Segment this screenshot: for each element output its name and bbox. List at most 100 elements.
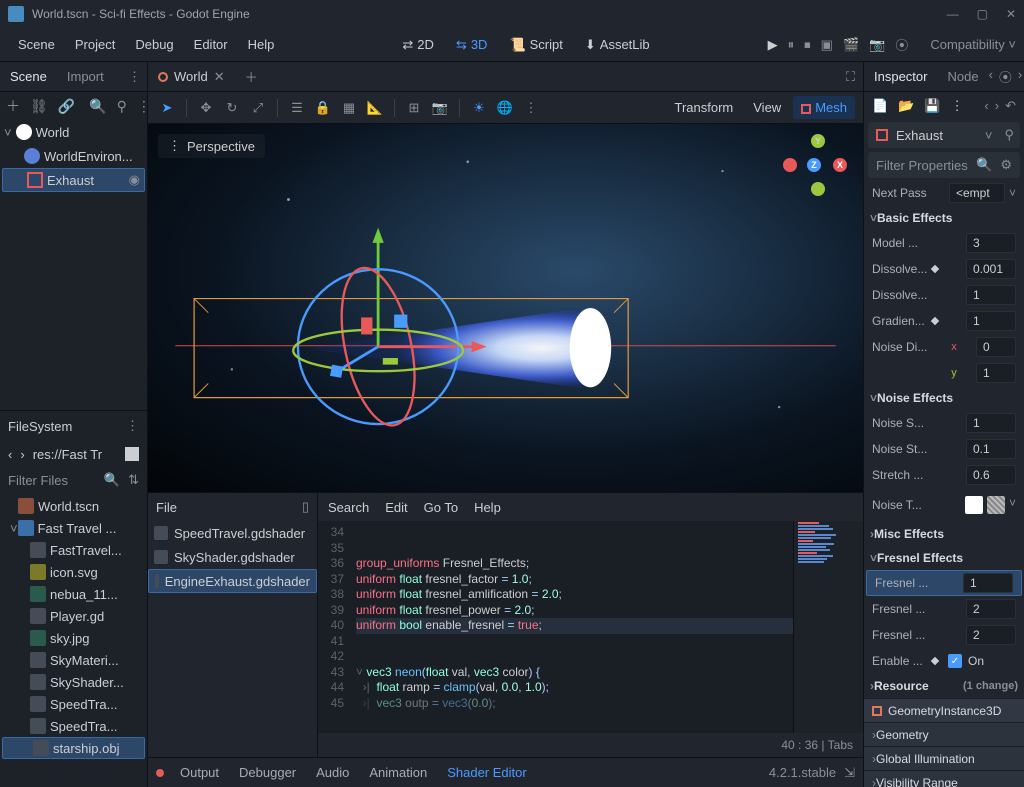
fs-item[interactable]: SpeedTra... [0, 715, 147, 737]
menu-project[interactable]: Project [65, 33, 125, 56]
filter-icon[interactable]: ⚲ [117, 98, 127, 115]
search-icon[interactable]: 🔍 [976, 157, 992, 173]
visibility-icon[interactable]: ◉ [129, 172, 140, 188]
sort-icon[interactable]: ⇅ [128, 472, 139, 488]
edit-menu[interactable]: Edit [385, 500, 407, 515]
file-menu[interactable]: File [156, 500, 177, 515]
prop-stretch[interactable]: 0.6 [966, 465, 1016, 485]
prop-dissolve-b[interactable]: 1 [966, 285, 1016, 305]
close-tab-icon[interactable]: ✕ [214, 69, 225, 85]
prop-noise-strength[interactable]: 0.1 [966, 439, 1016, 459]
load-resource-icon[interactable]: 📂 [898, 98, 914, 114]
pause-icon[interactable]: ⏸ [788, 37, 795, 53]
add-scene-tab[interactable]: ＋ [235, 62, 268, 92]
scale-tool-icon[interactable]: ⤢ [247, 100, 269, 116]
add-node-icon[interactable]: ＋ [6, 96, 20, 116]
tab-scene[interactable]: Scene [0, 63, 57, 90]
tab-node[interactable]: Node [937, 63, 988, 90]
remote-icon[interactable]: ▣ [821, 37, 833, 53]
prop-noise-scale[interactable]: 1 [966, 413, 1016, 433]
code-editor[interactable]: 343536373839404142434445 group_uniforms … [318, 521, 863, 733]
fs-folder[interactable]: ˅ Fast Travel ... [0, 517, 147, 539]
search-icon[interactable]: 🔍 [89, 98, 106, 115]
new-resource-icon[interactable]: 📄 [872, 98, 888, 114]
group-noise-effects[interactable]: ˅ Noise Effects [864, 386, 1024, 410]
menu-debug[interactable]: Debug [125, 33, 183, 56]
nav-fwd-icon[interactable]: › [20, 447, 24, 462]
tab-shader-editor[interactable]: Shader Editor [439, 761, 535, 784]
fs-item[interactable]: Player.gd [0, 605, 147, 627]
group-resource[interactable]: › Resource(1 change) [864, 674, 1024, 698]
fs-item[interactable]: World.tscn [0, 495, 147, 517]
history-back-icon[interactable]: ‹ [984, 98, 988, 114]
undo-icon[interactable]: ↶ [1005, 98, 1016, 114]
group-fresnel-effects[interactable]: ˅ Fresnel Effects [864, 546, 1024, 570]
path-field[interactable]: res://Fast Tr [33, 447, 102, 462]
noise-tex-b-icon[interactable] [987, 496, 1005, 514]
tab-audio[interactable]: Audio [308, 761, 357, 784]
tree-world-env[interactable]: WorldEnviron... [0, 144, 147, 168]
env-icon[interactable]: 🌐 [494, 100, 516, 116]
search-icon[interactable]: 🔍 [104, 472, 120, 488]
path-mode-icon[interactable] [125, 447, 139, 461]
minimize-icon[interactable]: — [947, 7, 959, 21]
more-icon[interactable]: ⋮ [951, 98, 964, 114]
cat-visibility-range[interactable]: › Visibility Range [864, 770, 1024, 787]
camera-override-icon[interactable]: 📷 [429, 100, 451, 116]
history-fwd-icon[interactable]: › [995, 98, 999, 114]
viewport-3d[interactable]: ⋮Perspective Y Z X [148, 124, 863, 492]
close-icon[interactable]: ✕ [1006, 7, 1016, 21]
movie-icon[interactable]: 🎬 [843, 37, 859, 53]
workspace-3d[interactable]: ⇆ 3D [448, 33, 496, 57]
tab-debugger[interactable]: Debugger [231, 761, 304, 784]
menu-scene[interactable]: Scene [8, 33, 65, 56]
menu-editor[interactable]: Editor [184, 33, 238, 56]
group-basic-effects[interactable]: ˅ Basic Effects [864, 206, 1024, 230]
transform-menu[interactable]: Transform [667, 96, 742, 119]
instance-icon[interactable]: ⛓ [30, 98, 48, 115]
nav-fwd-icon[interactable]: › [1018, 67, 1022, 86]
menu-help[interactable]: Help [238, 33, 285, 56]
dock-menu-icon[interactable]: ⋮ [126, 418, 139, 434]
shader-file-item[interactable]: EngineExhaust.gdshader [148, 569, 317, 593]
sun-icon[interactable]: ☀ [468, 100, 490, 116]
distraction-free-icon[interactable]: ⛶ [846, 69, 863, 85]
attach-icon[interactable]: 🔗 [58, 98, 75, 115]
noise-tex-a-icon[interactable] [965, 496, 983, 514]
prop-fresnel-b[interactable]: 2 [966, 599, 1016, 619]
tab-import[interactable]: Import [57, 63, 114, 90]
nav-next-icon[interactable]: ⦿ [999, 67, 1012, 86]
ruler-tool-icon[interactable]: 📐 [364, 100, 386, 116]
lock-tool-icon[interactable]: 🔒 [312, 100, 334, 116]
snap-icon[interactable]: ⊞ [403, 100, 425, 116]
prop-next-pass[interactable]: Next Pass<empt˅ [864, 180, 1024, 206]
workspace-assetlib[interactable]: ⬇ AssetLib [577, 33, 658, 57]
checkbox-icon[interactable]: ✓ [948, 654, 962, 668]
group-tool-icon[interactable]: ▦ [338, 100, 360, 116]
prop-noise-dir-y[interactable]: 1 [976, 363, 1016, 383]
file-menu-icon[interactable]: ▯ [302, 499, 309, 515]
workspace-script[interactable]: 📜 Script [501, 33, 570, 57]
prop-gradient[interactable]: 1 [966, 311, 1016, 331]
fs-item[interactable]: icon.svg [0, 561, 147, 583]
tab-inspector[interactable]: Inspector [864, 63, 937, 90]
revert-icon[interactable] [931, 657, 939, 665]
select-tool-icon[interactable]: ➤ [156, 100, 178, 116]
nav-back-icon[interactable]: ‹ [8, 447, 12, 462]
camera-icon[interactable]: 📷 [869, 37, 885, 53]
fs-item[interactable]: nebua_11... [0, 583, 147, 605]
tab-animation[interactable]: Animation [361, 761, 435, 784]
fs-item[interactable]: SkyMateri... [0, 649, 147, 671]
revert-icon[interactable] [931, 317, 939, 325]
expand-bottom-icon[interactable]: ⇲ [844, 765, 855, 781]
renderer-select[interactable]: Compatibility ˅ [930, 37, 1016, 52]
cat-global-illumination[interactable]: › Global Illumination [864, 746, 1024, 770]
inspected-node[interactable]: Exhaust ˅ ⚲ [868, 122, 1020, 148]
tab-output[interactable]: Output [172, 761, 227, 784]
cat-geometry-instance[interactable]: GeometryInstance3D [864, 698, 1024, 722]
dock-menu-icon[interactable]: ⋮ [128, 69, 141, 85]
save-resource-icon[interactable]: 💾 [924, 98, 940, 114]
prop-dissolve-a[interactable]: 0.001 [966, 259, 1016, 279]
prop-fresnel-c[interactable]: 2 [966, 625, 1016, 645]
scene-tab-world[interactable]: World ✕ [148, 63, 235, 91]
